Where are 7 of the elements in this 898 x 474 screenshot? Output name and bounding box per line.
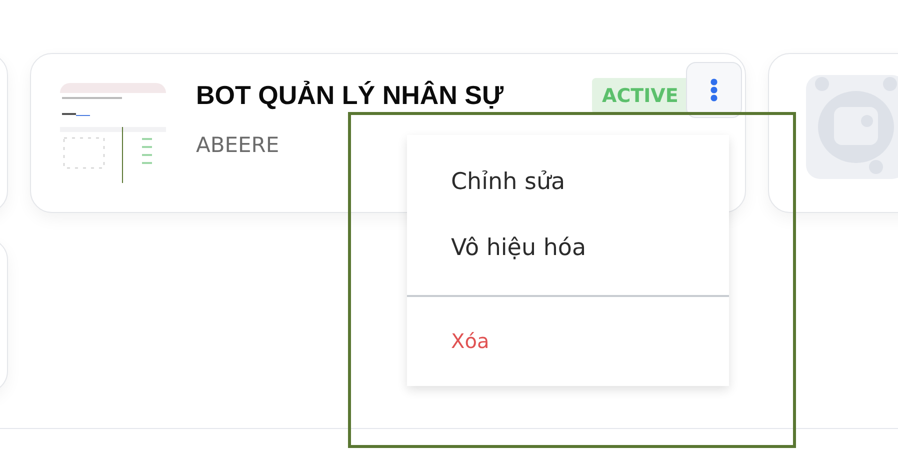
- more-icon: [710, 78, 718, 102]
- bot-title: BOT QUẢN LÝ NHÂN SỰ: [196, 80, 504, 111]
- menu-item[interactable]: Vô hiệu hóa: [407, 215, 729, 281]
- menu-item[interactable]: Chỉnh sửa: [407, 149, 729, 215]
- bot-owner: ABEERE: [196, 133, 280, 157]
- more-button[interactable]: [686, 62, 742, 118]
- menu-item[interactable]: Xóa: [407, 297, 729, 385]
